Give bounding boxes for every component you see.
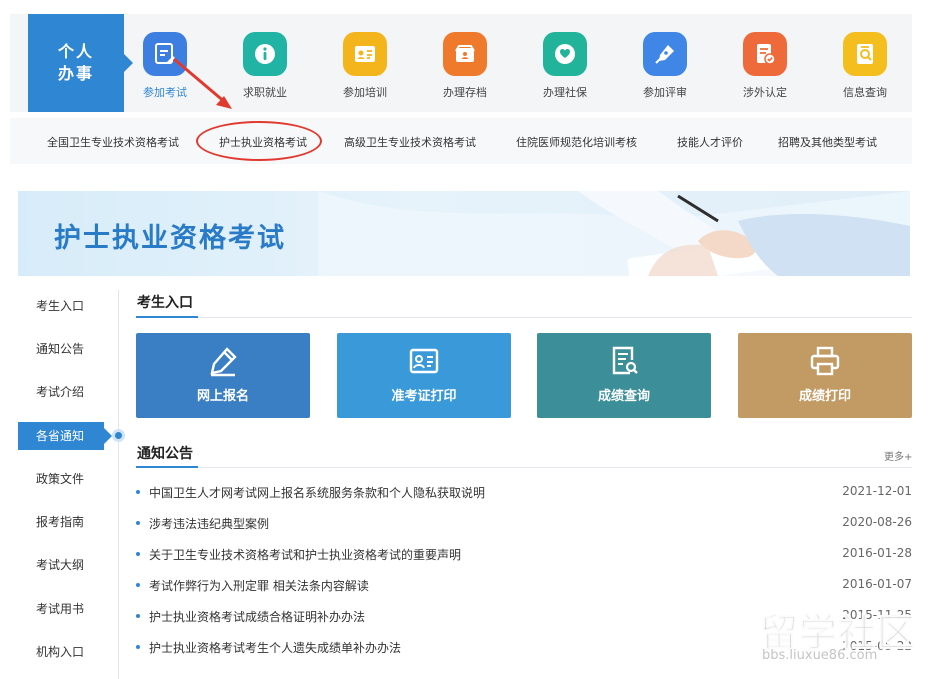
menu-item-notices[interactable]: 通知公告: [18, 335, 108, 363]
page-banner: 护士执业资格考试: [18, 191, 910, 276]
bullet-icon: [136, 645, 140, 649]
sub-nav-item-senior-health-exam[interactable]: 高级卫生专业技术资格考试: [344, 134, 476, 150]
news-date: 2020-08-26: [842, 515, 912, 529]
menu-item-syllabus[interactable]: 考试大纲: [18, 551, 108, 579]
personal-affairs-line1: 个人: [57, 42, 94, 61]
top-nav: 个人 办事 参加考试 求职就业 参加培训 办理存档 办理社保 参加评审 涉外认定…: [10, 14, 912, 112]
printer-icon: [810, 346, 840, 376]
nav-item-label: 办理社保: [543, 86, 587, 99]
pen-icon: [643, 32, 687, 76]
tile-label: 网上报名: [196, 389, 249, 404]
more-link[interactable]: 更多+: [884, 448, 912, 463]
archive-icon: [443, 32, 487, 76]
menu-rail: [118, 290, 119, 679]
id-card-icon: [343, 32, 387, 76]
watermark-url: bbs.liuxue86.com: [762, 648, 878, 663]
news-row[interactable]: 涉考违法违纪典型案例 2020-08-26: [136, 514, 912, 534]
section-title-underline: [136, 466, 198, 468]
news-title[interactable]: 护士执业资格考试成绩合格证明补办办法: [149, 608, 365, 625]
menu-item-application-guide[interactable]: 报考指南: [18, 508, 108, 536]
tile-label: 成绩打印: [798, 389, 851, 404]
news-date: 2016-01-28: [842, 546, 912, 560]
bullet-icon: [136, 552, 140, 556]
nav-item-social-security[interactable]: 办理社保: [520, 32, 610, 100]
active-menu-dot: [112, 429, 125, 442]
entry-section-title: 考生入口: [137, 295, 193, 311]
online-registration-tile[interactable]: 网上报名: [136, 333, 310, 418]
menu-item-exam-intro[interactable]: 考试介绍: [18, 378, 108, 406]
nav-item-training[interactable]: 参加培训: [320, 32, 410, 100]
nav-item-label: 参加评审: [643, 86, 687, 99]
heart-hand-icon: [543, 32, 587, 76]
news-date: 2016-01-07: [842, 577, 912, 591]
search-doc-icon: [843, 32, 887, 76]
sub-nav: 全国卫生专业技术资格考试 护士执业资格考试 高级卫生专业技术资格考试 住院医师规…: [10, 118, 912, 164]
menu-item-candidate-entry[interactable]: 考生入口: [18, 292, 108, 320]
id-card-icon: [409, 348, 439, 374]
tile-label: 准考证打印: [391, 389, 457, 404]
news-title[interactable]: 涉考违法违纪典型案例: [149, 515, 269, 532]
news-date: 2021-12-01: [842, 484, 912, 498]
news-title[interactable]: 护士执业资格考试考生个人遗失成绩单补办办法: [149, 639, 401, 656]
nav-item-foreign[interactable]: 涉外认定: [720, 32, 810, 100]
pencil-icon: [210, 347, 237, 377]
score-query-tile[interactable]: 成绩查询: [537, 333, 711, 418]
news-title[interactable]: 中国卫生人才网考试网上报名系统服务条款和个人隐私获取说明: [149, 484, 485, 501]
nav-item-label: 办理存档: [443, 86, 487, 99]
menu-item-policy-documents[interactable]: 政策文件: [18, 465, 108, 493]
sub-nav-item-skills-evaluation[interactable]: 技能人才评价: [677, 134, 743, 150]
menu-item-provincial-notices[interactable]: 各省通知: [18, 422, 112, 450]
nav-item-label: 信息查询: [843, 86, 887, 99]
info-icon: [243, 32, 287, 76]
sub-nav-item-health-tech-exam[interactable]: 全国卫生专业技术资格考试: [47, 134, 179, 150]
nav-item-info-query[interactable]: 信息查询: [820, 32, 910, 100]
bullet-icon: [136, 521, 140, 525]
nav-item-review[interactable]: 参加评审: [620, 32, 710, 100]
nav-item-archive[interactable]: 办理存档: [420, 32, 510, 100]
watermark: 留学社区 bbs.liuxue86.com: [759, 602, 920, 668]
annotation-arrow-icon: [173, 57, 232, 109]
bullet-icon: [136, 490, 140, 494]
news-row[interactable]: 关于卫生专业技术资格考试和护士执业资格考试的重要声明 2016-01-28: [136, 545, 912, 565]
nav-item-label: 涉外认定: [743, 86, 787, 99]
personal-affairs-line2: 办事: [57, 64, 94, 83]
nav-item-label: 参加培训: [343, 86, 387, 99]
annotation-circle: [196, 121, 322, 161]
sub-nav-item-residency-training[interactable]: 住院医师规范化培训考核: [516, 134, 637, 150]
news-title[interactable]: 考试作弊行为入刑定罪 相关法条内容解读: [149, 577, 369, 594]
score-print-tile[interactable]: 成绩打印: [738, 333, 912, 418]
notices-section-title: 通知公告: [137, 446, 193, 462]
tile-label: 成绩查询: [597, 389, 650, 404]
news-row[interactable]: 中国卫生人才网考试网上报名系统服务条款和个人隐私获取说明 2021-12-01: [136, 483, 912, 503]
admission-ticket-print-tile[interactable]: 准考证打印: [337, 333, 511, 418]
section-divider: [136, 467, 912, 468]
sub-nav-item-recruitment-exam[interactable]: 招聘及其他类型考试: [778, 134, 877, 150]
section-divider: [136, 317, 912, 318]
menu-item-exam-books[interactable]: 考试用书: [18, 595, 108, 623]
news-row[interactable]: 考试作弊行为入刑定罪 相关法条内容解读 2016-01-07: [136, 576, 912, 596]
personal-affairs-tab[interactable]: 个人 办事: [28, 14, 133, 112]
news-title[interactable]: 关于卫生专业技术资格考试和护士执业资格考试的重要声明: [149, 546, 461, 563]
bullet-icon: [136, 614, 140, 618]
section-title-underline: [136, 316, 198, 318]
document-check-icon: [743, 32, 787, 76]
search-doc-icon: [612, 346, 638, 375]
bullet-icon: [136, 583, 140, 587]
menu-item-institution-entry[interactable]: 机构入口: [18, 638, 108, 666]
banner-title: 护士执业资格考试: [54, 223, 286, 254]
